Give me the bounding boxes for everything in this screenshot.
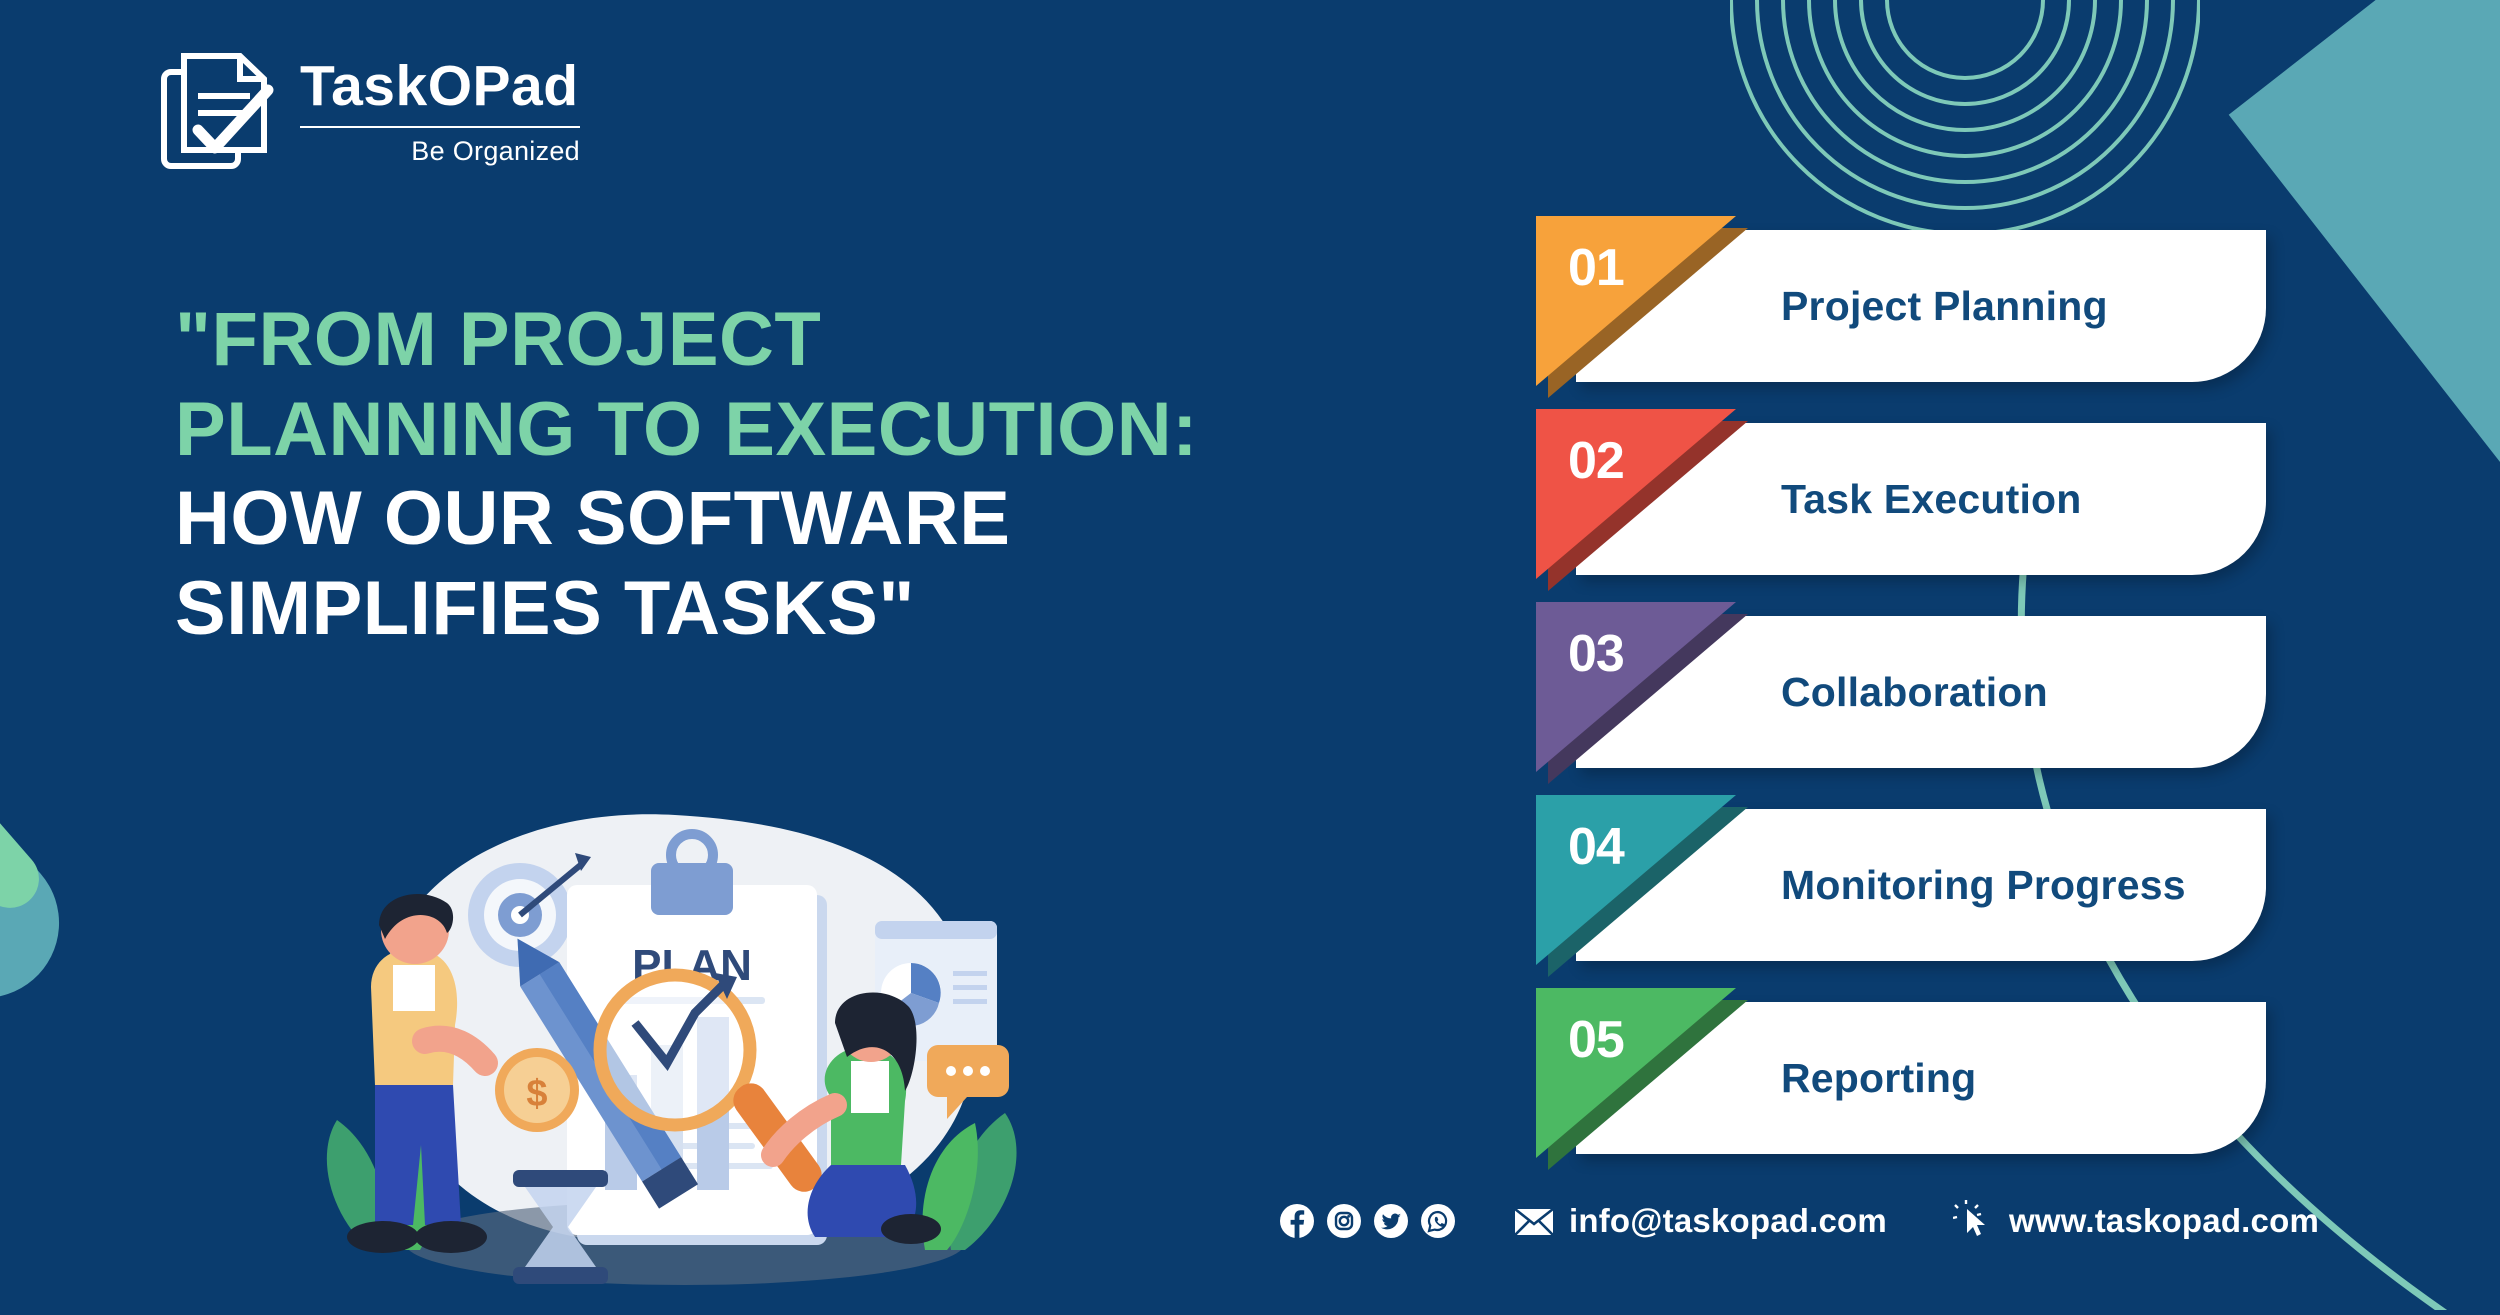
step-label: Project Planning <box>1781 282 2108 329</box>
logo-wordmark: TaskOPad <box>300 54 579 118</box>
whatsapp-icon[interactable] <box>1421 1204 1455 1238</box>
headline-line-3: HOW OUR SOFTWARE <box>175 476 1011 562</box>
instagram-icon[interactable] <box>1327 1204 1361 1238</box>
website-contact[interactable]: www.taskopad.com <box>1952 1200 2319 1242</box>
step-number: 02 <box>1568 432 1625 490</box>
step-item-04[interactable]: Monitoring Progress 04 <box>1536 795 2266 980</box>
cursor-click-icon <box>1952 1200 1995 1242</box>
headline-line-2: PLANNING TO EXECUTION: <box>175 386 1198 472</box>
step-number: 03 <box>1568 625 1625 683</box>
step-item-02[interactable]: Task Execution 02 <box>1536 409 2266 594</box>
step-number: 01 <box>1568 239 1625 297</box>
logo-divider <box>300 126 580 128</box>
step-item-05[interactable]: Reporting 05 <box>1536 988 2266 1173</box>
website-text: www.taskopad.com <box>2008 1202 2319 1239</box>
brand-logo[interactable]: TaskOPad Be Organized <box>160 52 580 172</box>
left-green-bar-decoration <box>0 640 51 920</box>
left-teal-bar-decoration <box>0 681 90 1029</box>
steps-list: Project Planning 01 Task Execution 02 Co… <box>1536 216 2266 1181</box>
svg-text:$: $ <box>526 1073 547 1115</box>
email-text: info@taskopad.com <box>1569 1202 1887 1239</box>
facebook-icon[interactable] <box>1280 1204 1314 1238</box>
twitter-icon[interactable] <box>1374 1204 1408 1238</box>
footer-contact-bar: info@taskopad.com www.taskopad.com <box>1280 1200 2319 1242</box>
corner-teal-shape <box>2228 0 2500 667</box>
step-item-01[interactable]: Project Planning 01 <box>1536 216 2266 401</box>
email-contact[interactable]: info@taskopad.com <box>1513 1200 1887 1242</box>
headline-line-4: SIMPLIFIES TASKS" <box>175 566 915 652</box>
step-label: Monitoring Progress <box>1781 861 2186 908</box>
document-checkmark-icon <box>160 52 278 172</box>
step-item-03[interactable]: Collaboration 03 <box>1536 602 2266 787</box>
step-number: 04 <box>1568 818 1625 876</box>
logo-tagline: Be Organized <box>411 136 580 166</box>
project-planning-illustration: PLAN $ <box>275 745 1085 1305</box>
step-label: Reporting <box>1781 1054 1977 1101</box>
envelope-icon <box>1513 1200 1555 1242</box>
page-title: "FROM PROJECT PLANNING TO EXECUTION: HOW… <box>175 295 1465 654</box>
social-links <box>1280 1204 1455 1238</box>
step-number: 05 <box>1568 1011 1625 1069</box>
step-label: Collaboration <box>1781 668 2048 715</box>
step-label: Task Execution <box>1781 475 2082 522</box>
headline-line-1: "FROM PROJECT <box>175 297 822 382</box>
